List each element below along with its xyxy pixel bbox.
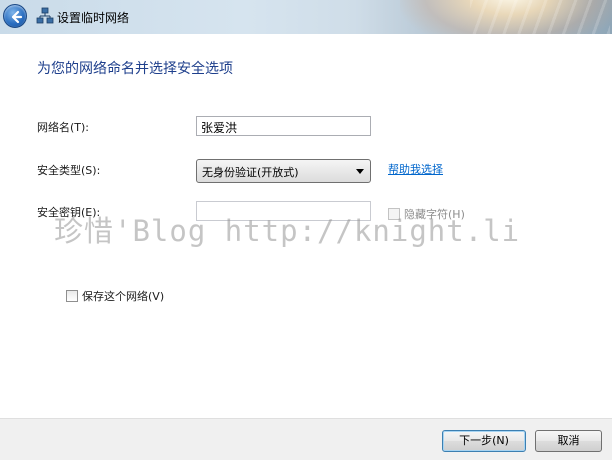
footer-bar: 下一步(N) 取消	[0, 418, 612, 460]
back-button[interactable]	[3, 4, 27, 28]
network-icon	[36, 7, 54, 24]
chevron-down-icon	[356, 169, 364, 174]
window-title: 设置临时网络	[57, 11, 130, 25]
cancel-button[interactable]: 取消	[535, 430, 602, 452]
title-bar-rays	[470, 0, 610, 34]
security-type-select[interactable]: 无身份验证(开放式)	[196, 159, 371, 183]
save-network-label: 保存这个网络(V)	[82, 290, 165, 303]
back-arrow-icon	[11, 10, 23, 24]
security-type-label: 安全类型(S):	[37, 164, 101, 177]
next-button[interactable]: 下一步(N)	[442, 430, 526, 452]
network-name-label: 网络名(T):	[37, 121, 90, 134]
title-bar: 设置临时网络	[0, 0, 612, 34]
page-heading: 为您的网络命名并选择安全选项	[37, 61, 233, 77]
save-network-checkbox-row[interactable]: 保存这个网络(V)	[66, 288, 164, 304]
help-me-choose-link[interactable]: 帮助我选择	[388, 161, 443, 177]
network-name-input[interactable]: 张爱洪	[196, 116, 371, 136]
save-network-checkbox[interactable]	[66, 290, 78, 302]
watermark-text: 珍惜'Blog http://knight.li	[54, 214, 521, 248]
security-type-value: 无身份验证(开放式)	[202, 166, 299, 179]
